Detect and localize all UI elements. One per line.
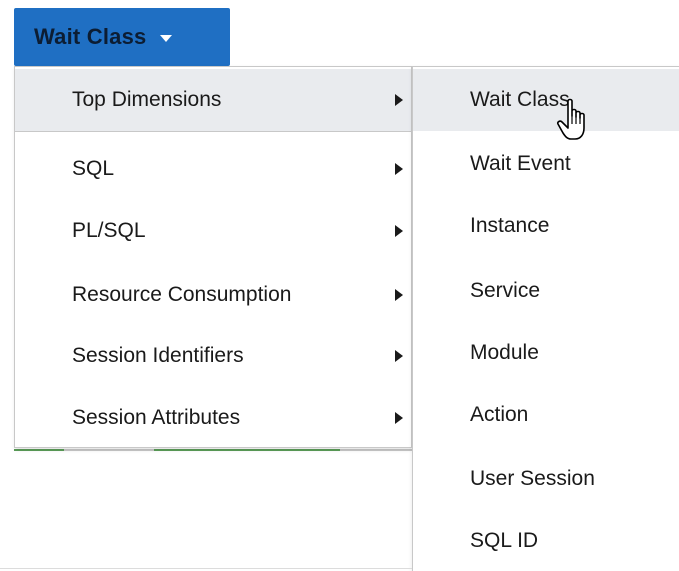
wait-class-dropdown-button[interactable]: Wait Class (14, 8, 230, 66)
submenu-item-module[interactable]: Module (413, 322, 679, 384)
dimension-category-menu: Top Dimensions SQL PL/SQL Resource Consu… (14, 66, 412, 448)
submenu-item-action[interactable]: Action (413, 384, 679, 446)
menu-item-sql[interactable]: SQL (15, 138, 411, 200)
submenu-item-label: SQL ID (470, 529, 539, 552)
submenu-arrow-icon (395, 225, 403, 237)
submenu-item-user-session[interactable]: User Session (413, 448, 679, 510)
background-divider (154, 449, 340, 451)
submenu-item-label: Wait Event (470, 152, 571, 175)
page-bottom-border (0, 568, 412, 569)
submenu-arrow-icon (395, 94, 403, 106)
hand-pointer-icon (557, 98, 585, 140)
menu-item-top-dimensions[interactable]: Top Dimensions (15, 69, 411, 131)
submenu-arrow-icon (395, 163, 403, 175)
submenu-item-label: Module (470, 341, 539, 364)
menu-item-label: PL/SQL (72, 219, 146, 242)
submenu-item-instance[interactable]: Instance (413, 195, 679, 257)
submenu-item-service[interactable]: Service (413, 260, 679, 322)
submenu-item-label: Wait Class (470, 88, 570, 111)
submenu-item-label: Instance (470, 214, 550, 237)
submenu-item-wait-event[interactable]: Wait Event (413, 133, 679, 195)
submenu-item-sql-id[interactable]: SQL ID (413, 510, 679, 571)
menu-item-label: Resource Consumption (72, 283, 292, 306)
menu-separator (15, 131, 411, 132)
menu-item-session-identifiers[interactable]: Session Identifiers (15, 325, 411, 387)
menu-item-session-attributes[interactable]: Session Attributes (15, 387, 411, 449)
caret-down-icon (160, 35, 173, 42)
menu-item-label: SQL (72, 157, 115, 180)
menu-item-resource-consumption[interactable]: Resource Consumption (15, 264, 411, 326)
menu-item-label: Session Attributes (72, 406, 241, 429)
menu-item-label: Top Dimensions (72, 88, 222, 111)
screen: Wait Class Top Dimensions SQL PL/SQL Res… (0, 0, 679, 571)
background-divider (340, 449, 412, 451)
background-divider (64, 449, 154, 451)
dropdown-button-label: Wait Class (34, 24, 147, 49)
top-dimensions-submenu: Wait Class Wait Event Instance Service M… (412, 66, 679, 571)
menu-item-label: Session Identifiers (72, 344, 244, 367)
submenu-item-wait-class[interactable]: Wait Class (413, 69, 679, 131)
menu-item-plsql[interactable]: PL/SQL (15, 200, 411, 262)
submenu-item-label: Service (470, 279, 541, 302)
submenu-arrow-icon (395, 412, 403, 424)
submenu-arrow-icon (395, 350, 403, 362)
background-divider (14, 449, 64, 451)
submenu-arrow-icon (395, 289, 403, 301)
submenu-item-label: User Session (470, 467, 595, 490)
submenu-item-label: Action (470, 403, 529, 426)
